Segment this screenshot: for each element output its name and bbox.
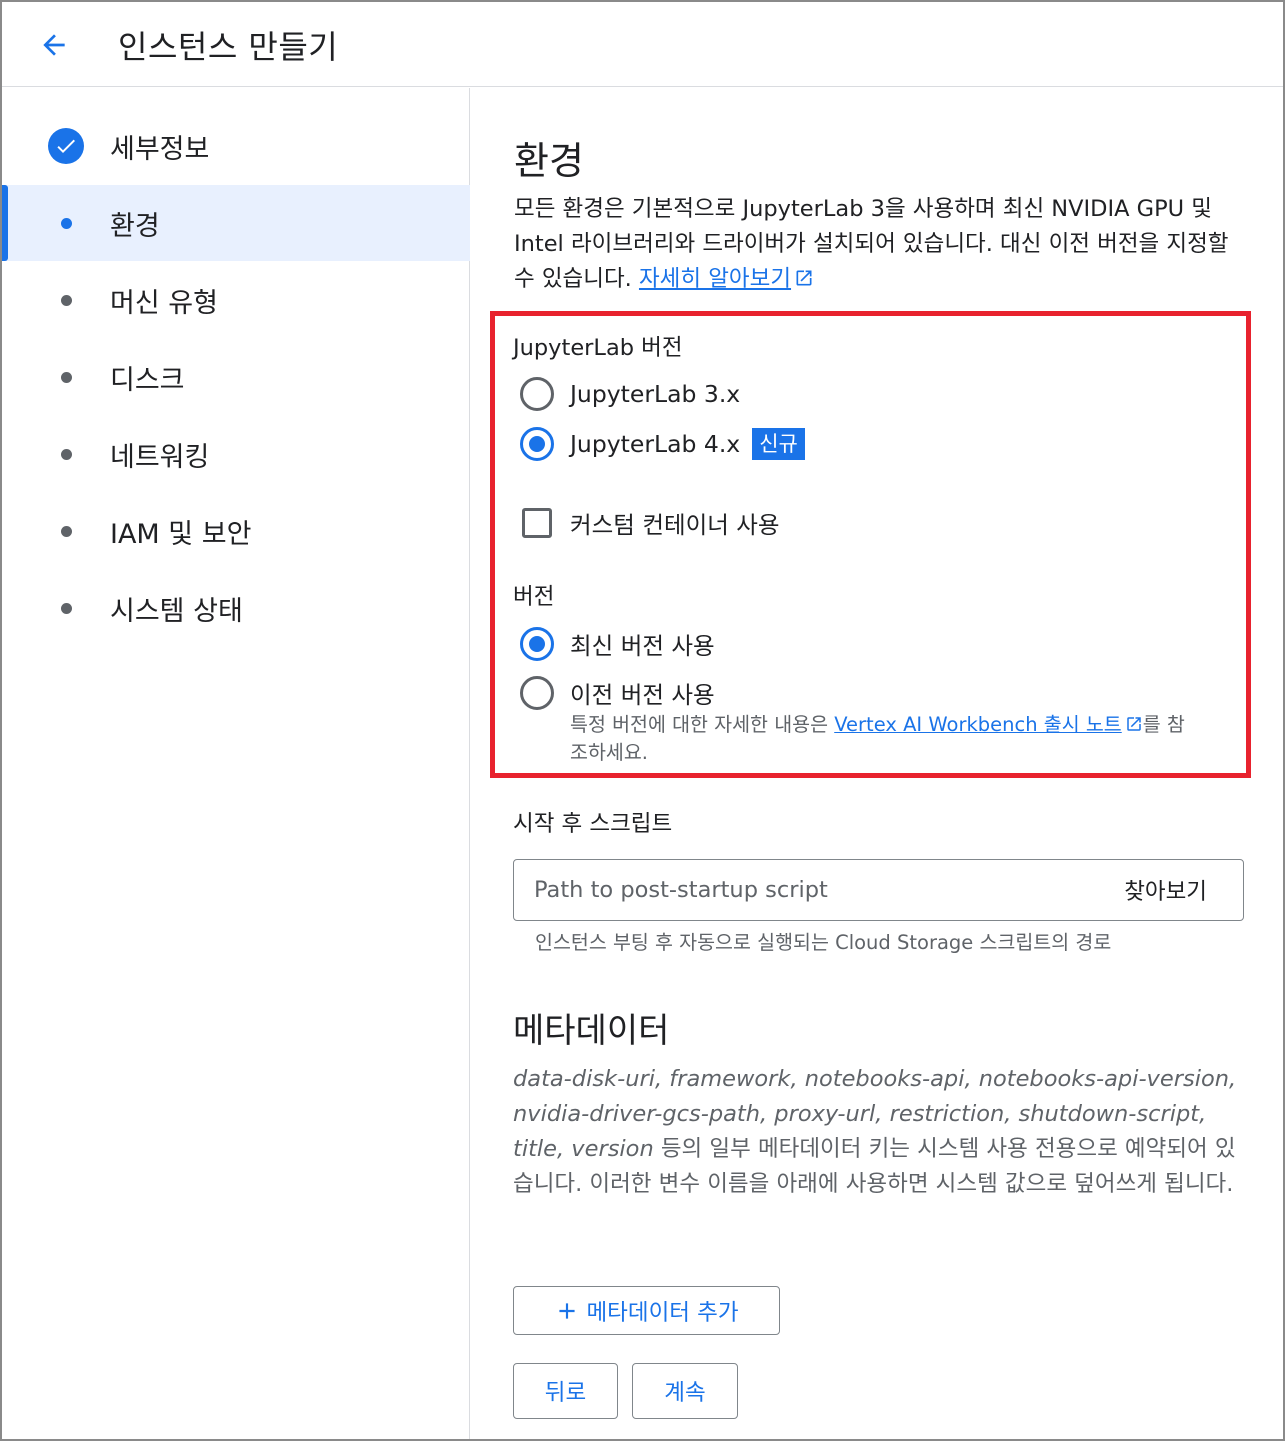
hint-text: 특정 버전에 대한 자세한 내용은 bbox=[570, 713, 835, 736]
release-notes-link[interactable]: Vertex AI Workbench 출시 노트 bbox=[834, 713, 1122, 736]
version-hint: 특정 버전에 대한 자세한 내용은 Vertex AI Workbench 출시… bbox=[570, 711, 1240, 767]
step-dot-icon bbox=[60, 602, 72, 614]
custom-container-checkbox[interactable]: 커스텀 컨테이너 사용 bbox=[522, 506, 780, 540]
hint-text: 를 참 bbox=[1142, 713, 1185, 736]
metadata-title: 메타데이터 bbox=[513, 1011, 670, 1051]
new-badge: 신규 bbox=[752, 428, 805, 460]
sidebar-item-disk[interactable]: 디스크 bbox=[2, 339, 470, 415]
page-title: 인스턴스 만들기 bbox=[118, 28, 339, 66]
radio-label: JupyterLab 4.x bbox=[570, 430, 741, 458]
step-marker bbox=[48, 128, 84, 164]
browse-button[interactable]: 찾아보기 bbox=[1124, 874, 1207, 906]
sidebar-item-label: 네트워킹 bbox=[110, 441, 210, 473]
step-dot-icon bbox=[60, 525, 72, 537]
step-marker bbox=[48, 282, 84, 318]
learn-more-link[interactable]: 자세히 알아보기 bbox=[639, 266, 791, 292]
post-startup-label: 시작 후 스크립트 bbox=[513, 811, 673, 837]
sidebar-item-iam-security[interactable]: IAM 및 보안 bbox=[2, 493, 470, 569]
step-dot-icon bbox=[60, 217, 72, 229]
step-sidebar: 세부정보 환경 머신 유형 디스크 네트워킹 IAM 및 보안 시스템 상태 bbox=[2, 88, 470, 1439]
external-link-icon bbox=[796, 270, 812, 286]
continue-label: 계속 bbox=[664, 1380, 706, 1406]
radio-label: 이전 버전 사용 bbox=[570, 681, 715, 709]
radio-latest-version[interactable]: 최신 버전 사용 bbox=[520, 627, 715, 661]
step-marker bbox=[48, 513, 84, 549]
sidebar-item-label: 머신 유형 bbox=[110, 287, 218, 319]
checkbox-label: 커스텀 컨테이너 사용 bbox=[570, 511, 780, 539]
sidebar-item-label: 세부정보 bbox=[110, 133, 210, 165]
radio-label: JupyterLab 3.x bbox=[570, 380, 741, 408]
back-step-button[interactable]: 뒤로 bbox=[513, 1363, 618, 1419]
radio-button[interactable] bbox=[520, 377, 554, 411]
sidebar-item-environment[interactable]: 환경 bbox=[2, 185, 470, 261]
back-button[interactable] bbox=[32, 26, 76, 64]
add-metadata-label: 메타데이터 추가 bbox=[586, 1299, 739, 1326]
step-marker bbox=[48, 590, 84, 626]
sidebar-item-details[interactable]: 세부정보 bbox=[2, 108, 470, 184]
external-link-icon bbox=[1127, 717, 1141, 731]
step-marker bbox=[48, 436, 84, 472]
radio-jupyterlab-3[interactable]: JupyterLab 3.x bbox=[520, 377, 740, 411]
version-label: 버전 bbox=[513, 584, 555, 610]
step-marker bbox=[48, 205, 84, 241]
step-dot-icon bbox=[60, 448, 72, 460]
page-header: 인스턴스 만들기 bbox=[2, 2, 1283, 87]
jupyterlab-version-label: JupyterLab 버전 bbox=[513, 335, 683, 361]
section-title: 환경 bbox=[514, 139, 584, 183]
step-dot-icon bbox=[60, 371, 72, 383]
arrow-back-icon bbox=[43, 34, 65, 56]
radio-previous-version[interactable]: 이전 버전 사용 bbox=[520, 676, 715, 710]
sidebar-item-machine-type[interactable]: 머신 유형 bbox=[2, 262, 470, 338]
hint-text: 조하세요. bbox=[570, 741, 648, 764]
plus-icon bbox=[559, 1302, 576, 1319]
sidebar-item-label: 디스크 bbox=[110, 364, 185, 396]
post-startup-input[interactable] bbox=[514, 860, 1074, 920]
back-step-label: 뒤로 bbox=[544, 1380, 587, 1406]
radio-jupyterlab-4[interactable]: JupyterLab 4.x 신규 bbox=[520, 427, 805, 461]
radio-button[interactable] bbox=[520, 427, 554, 461]
step-marker bbox=[48, 359, 84, 395]
continue-button[interactable]: 계속 bbox=[632, 1363, 738, 1419]
add-metadata-button[interactable]: 메타데이터 추가 bbox=[513, 1286, 780, 1335]
step-dot-icon bbox=[60, 294, 72, 306]
post-startup-field: 찾아보기 bbox=[513, 859, 1244, 921]
checkbox[interactable] bbox=[522, 508, 552, 538]
description-text: 모든 환경은 기본적으로 JupyterLab 3을 사용하며 최신 NVIDI… bbox=[514, 196, 1229, 292]
sidebar-item-label: IAM 및 보안 bbox=[110, 518, 252, 550]
section-description: 모든 환경은 기본적으로 JupyterLab 3을 사용하며 최신 NVIDI… bbox=[514, 192, 1254, 297]
check-circle-icon bbox=[48, 128, 84, 164]
sidebar-item-label: 환경 bbox=[110, 210, 160, 242]
post-startup-hint: 인스턴스 부팅 후 자동으로 실행되는 Cloud Storage 스크립트의 … bbox=[535, 931, 1112, 954]
radio-button[interactable] bbox=[520, 627, 554, 661]
sidebar-item-label: 시스템 상태 bbox=[110, 595, 243, 627]
metadata-description: data-disk-uri, framework, notebooks-api,… bbox=[513, 1062, 1253, 1202]
radio-button[interactable] bbox=[520, 676, 554, 710]
sidebar-item-networking[interactable]: 네트워킹 bbox=[2, 416, 470, 492]
radio-label: 최신 버전 사용 bbox=[570, 632, 715, 660]
sidebar-item-system-health[interactable]: 시스템 상태 bbox=[2, 570, 470, 646]
